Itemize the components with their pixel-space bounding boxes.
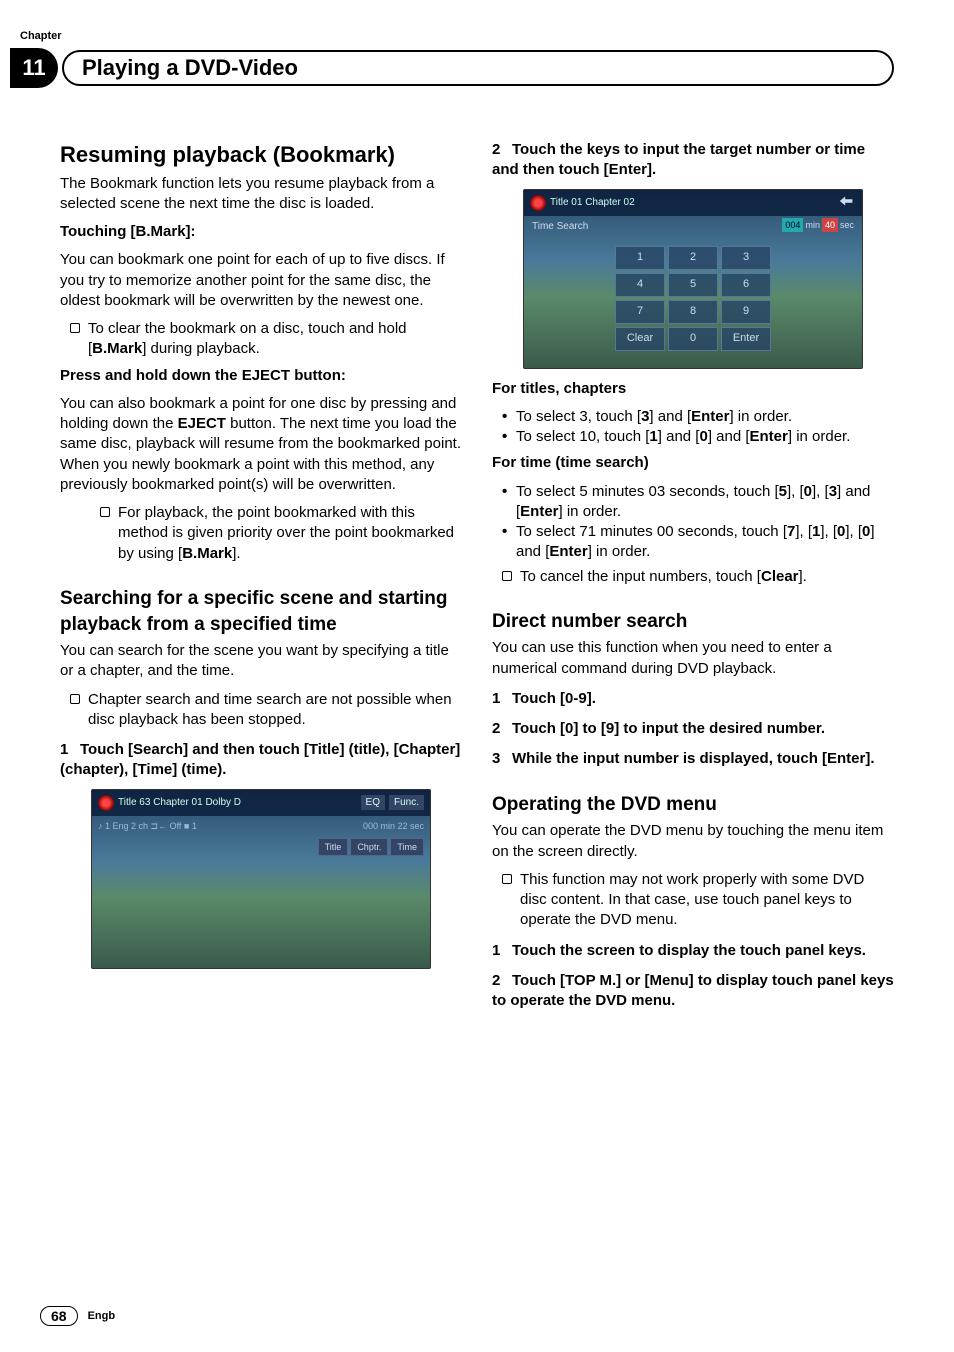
touching-bmark-body: You can bookmark one point for each of u… bbox=[60, 250, 462, 311]
screenshot-search: Title 63 Chapter 01 Dolby D EQ Func. ♪ 1… bbox=[91, 789, 431, 969]
left-column: Resuming playback (Bookmark) The Bookmar… bbox=[60, 140, 462, 1019]
heading-resume: Resuming playback (Bookmark) bbox=[60, 140, 462, 170]
press-hold-body: You can also bookmark a point for one di… bbox=[60, 394, 462, 495]
heading-search: Searching for a specific scene and start… bbox=[60, 586, 462, 637]
search-step-1: 1Touch [Search] and then touch [Title] (… bbox=[60, 740, 462, 781]
bullet-priority: For playback, the point bookmarked with … bbox=[100, 503, 462, 564]
keypad-1[interactable]: 1 bbox=[615, 246, 665, 270]
square-bullet-icon bbox=[70, 694, 80, 704]
bullet-menu-limitation: This function may not work properly with… bbox=[502, 870, 894, 931]
keypad-4[interactable]: 4 bbox=[615, 273, 665, 297]
keypad-5[interactable]: 5 bbox=[668, 273, 718, 297]
subhead-press-hold: Press and hold down the EJECT button: bbox=[60, 366, 462, 386]
titles-example-1: To select 3, touch [3] and [Enter] in or… bbox=[516, 407, 894, 427]
right-column: 2Touch the keys to input the target numb… bbox=[492, 140, 894, 1019]
search-intro: You can search for the scene you want by… bbox=[60, 641, 462, 682]
ss1-title-button[interactable]: Title bbox=[318, 838, 349, 856]
ss1-eq-button[interactable]: EQ bbox=[361, 795, 385, 811]
search-step-2: 2Touch the keys to input the target numb… bbox=[492, 140, 894, 181]
square-bullet-icon bbox=[100, 507, 110, 517]
keypad-9[interactable]: 9 bbox=[721, 300, 771, 324]
ss2-time-search-label: Time Search bbox=[532, 220, 588, 234]
bullet-clear-bookmark: To clear the bookmark on a disc, touch a… bbox=[70, 319, 462, 360]
time-example-1: To select 5 minutes 03 seconds, touch [5… bbox=[516, 482, 894, 523]
dvd-icon bbox=[530, 195, 546, 211]
heading-direct-search: Direct number search bbox=[492, 609, 894, 635]
keypad-enter[interactable]: Enter bbox=[721, 327, 771, 351]
heading-dvd-menu: Operating the DVD menu bbox=[492, 792, 894, 818]
page-lang: Engb bbox=[88, 1310, 116, 1322]
bullet-search-limit: Chapter search and time search are not p… bbox=[70, 690, 462, 731]
time-example-2: To select 71 minutes 00 seconds, touch [… bbox=[516, 522, 894, 563]
keypad-clear[interactable]: Clear bbox=[615, 327, 665, 351]
keypad-8[interactable]: 8 bbox=[668, 300, 718, 324]
keypad-7[interactable]: 7 bbox=[615, 300, 665, 324]
direct-step-1: 1Touch [0-9]. bbox=[492, 689, 894, 709]
page-footer: 68 Engb bbox=[40, 1306, 115, 1326]
ss1-chapter-button[interactable]: Chptr. bbox=[350, 838, 388, 856]
ss1-time-button[interactable]: Time bbox=[390, 838, 424, 856]
square-bullet-icon bbox=[502, 874, 512, 884]
page-title: Playing a DVD-Video bbox=[62, 50, 894, 86]
chapter-label: Chapter bbox=[20, 30, 62, 42]
ss1-topline: Title 63 Chapter 01 Dolby D bbox=[118, 796, 241, 810]
menu-step-1: 1Touch the screen to display the touch p… bbox=[492, 941, 894, 961]
ss2-topline: Title 01 Chapter 02 bbox=[550, 196, 635, 210]
page-number: 68 bbox=[40, 1306, 78, 1326]
square-bullet-icon bbox=[70, 323, 80, 333]
direct-step-2: 2Touch [0] to [9] to input the desired n… bbox=[492, 719, 894, 739]
keypad-0[interactable]: 0 bbox=[668, 327, 718, 351]
dvd-icon bbox=[98, 795, 114, 811]
ss1-time: 000 min 22 sec bbox=[363, 820, 424, 832]
keypad-6[interactable]: 6 bbox=[721, 273, 771, 297]
return-icon[interactable] bbox=[838, 194, 856, 208]
subhead-touching-bmark: Touching [B.Mark]: bbox=[60, 222, 462, 242]
ss1-line2-left: ♪ 1 Eng 2 ch ⊐← Off ■ 1 bbox=[98, 820, 197, 832]
square-bullet-icon bbox=[502, 571, 512, 581]
direct-intro: You can use this function when you need … bbox=[492, 638, 894, 679]
menu-intro: You can operate the DVD menu by touching… bbox=[492, 821, 894, 862]
label-for-titles: For titles, chapters bbox=[492, 379, 894, 399]
menu-step-2: 2Touch [TOP M.] or [Menu] to display tou… bbox=[492, 971, 894, 1012]
ss1-func-button[interactable]: Func. bbox=[389, 795, 424, 811]
resume-intro: The Bookmark function lets you resume pl… bbox=[60, 174, 462, 215]
ss2-timebox: 004min 40sec bbox=[782, 218, 854, 232]
titles-example-2: To select 10, touch [1] and [0] and [Ent… bbox=[516, 427, 894, 447]
bullet-cancel-input: To cancel the input numbers, touch [Clea… bbox=[502, 567, 894, 587]
keypad-2[interactable]: 2 bbox=[668, 246, 718, 270]
keypad-3[interactable]: 3 bbox=[721, 246, 771, 270]
screenshot-keypad: Title 01 Chapter 02 Time Search 004min 4… bbox=[523, 189, 863, 369]
direct-step-3: 3While the input number is displayed, to… bbox=[492, 749, 894, 769]
chapter-number-badge: 11 bbox=[10, 48, 58, 88]
label-for-time: For time (time search) bbox=[492, 453, 894, 473]
